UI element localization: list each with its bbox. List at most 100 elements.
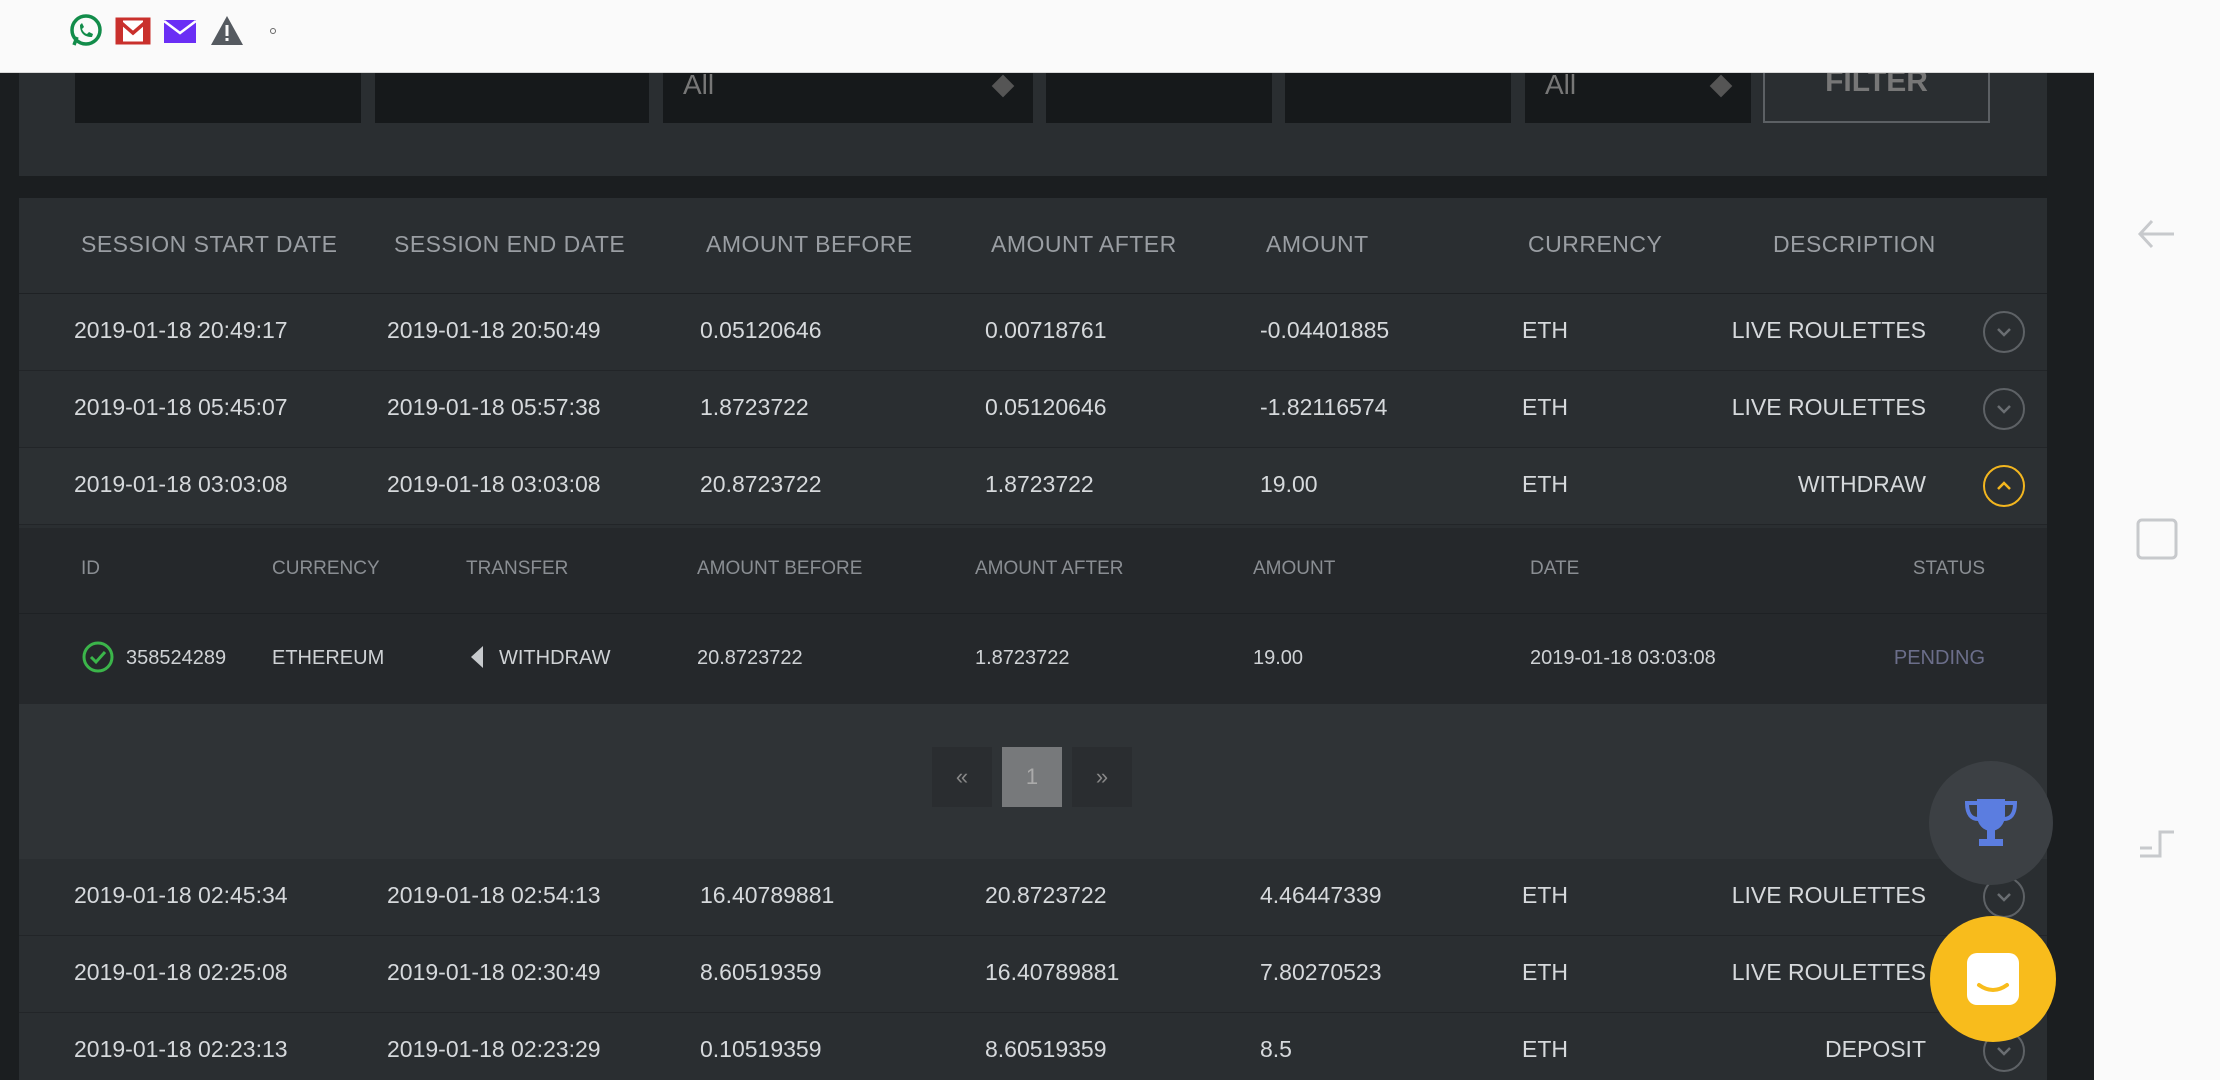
home-icon[interactable]	[2130, 816, 2184, 870]
detail-id: 358524289	[126, 647, 227, 669]
gmail-icon	[115, 17, 151, 45]
collapse-chevron-icon[interactable]	[1983, 465, 2025, 507]
cell-description: LIVE ROULETTES	[1731, 394, 1926, 420]
cell-start: 2019-01-18 05:45:07	[74, 394, 288, 420]
detail-transfer: WITHDRAW	[499, 647, 611, 669]
filter-type-select[interactable]: All	[663, 70, 1033, 123]
pagination-area: « 1 »	[19, 704, 2047, 859]
filter-end-date[interactable]	[375, 70, 649, 123]
cell-start: 2019-01-18 20:49:17	[74, 317, 288, 343]
chevron-down-icon	[991, 74, 1015, 98]
status-bar	[0, 0, 2094, 73]
detail-col-transfer: TRANSFER	[466, 558, 569, 579]
detail-currency: ETHEREUM	[272, 647, 385, 669]
cell-amount: -0.04401885	[1260, 317, 1390, 343]
recents-icon[interactable]	[2130, 512, 2184, 566]
pagination-prev[interactable]: «	[932, 747, 992, 807]
filter-max-amount[interactable]	[1285, 70, 1511, 123]
cell-description: DEPOSIT	[1825, 1036, 1926, 1062]
detail-col-after: AMOUNT AFTER	[975, 558, 1124, 579]
cell-start: 2019-01-18 02:23:13	[74, 1036, 288, 1062]
cell-after: 0.00718761	[985, 317, 1107, 343]
check-circle-icon	[81, 640, 115, 679]
chevron-down-icon	[1709, 74, 1733, 98]
cell-amount: 8.5	[1260, 1036, 1292, 1062]
col-amount-before[interactable]: AMOUNT BEFORE	[706, 231, 913, 258]
navigation-bar	[2094, 0, 2220, 1080]
cell-currency: ETH	[1522, 394, 1568, 420]
detail-col-status: STATUS	[1912, 558, 1985, 579]
cell-before: 20.8723722	[700, 471, 822, 497]
detail-col-currency: CURRENCY	[272, 558, 380, 579]
cell-after: 1.8723722	[985, 471, 1094, 497]
pagination-next[interactable]: »	[1072, 747, 1132, 807]
trophy-icon	[1964, 799, 2018, 846]
detail-row: 358524289 ETHEREUM WITHDRAW 20.8723722 1…	[19, 614, 2047, 704]
cell-end: 2019-01-18 05:57:38	[387, 394, 601, 420]
chat-button[interactable]	[1930, 916, 2056, 1042]
cell-currency: ETH	[1522, 959, 1568, 985]
filter-type-value: All	[683, 70, 715, 100]
table-row[interactable]: 2019-01-18 02:45:34 2019-01-18 02:54:13 …	[19, 859, 2047, 936]
detail-col-before: AMOUNT BEFORE	[697, 558, 863, 579]
expand-chevron-icon[interactable]	[1983, 388, 2025, 430]
cell-before: 16.40789881	[700, 882, 835, 908]
table-row[interactable]: 2019-01-18 05:45:07 2019-01-18 05:57:38 …	[19, 371, 2047, 448]
chat-icon	[1967, 953, 2019, 1005]
arrow-left-icon	[469, 644, 485, 675]
cell-description: LIVE ROULETTES	[1731, 959, 1926, 985]
cell-description: WITHDRAW	[1797, 471, 1926, 497]
notification-dot-icon	[270, 28, 276, 34]
cell-end: 2019-01-18 02:23:29	[387, 1036, 601, 1062]
filter-button[interactable]: FILTER	[1763, 70, 1990, 123]
filter-panel: All All FILTER	[19, 60, 2047, 176]
cell-amount: 19.00	[1260, 471, 1318, 497]
cell-end: 2019-01-18 20:50:49	[387, 317, 601, 343]
transaction-detail: ID CURRENCY TRANSFER AMOUNT BEFORE AMOUN…	[19, 528, 2047, 704]
cell-after: 20.8723722	[985, 882, 1107, 908]
cell-currency: ETH	[1522, 471, 1568, 497]
cell-start: 2019-01-18 02:25:08	[74, 959, 288, 985]
back-icon[interactable]	[2130, 207, 2184, 261]
cell-amount: 4.46447339	[1260, 882, 1382, 908]
mail-icon	[163, 20, 197, 43]
filter-min-amount[interactable]	[1046, 70, 1272, 123]
cell-after: 0.05120646	[985, 394, 1107, 420]
pagination-page-1[interactable]: 1	[1002, 747, 1062, 807]
table-row[interactable]: 2019-01-18 02:25:08 2019-01-18 02:30:49 …	[19, 936, 2047, 1013]
col-amount-after[interactable]: AMOUNT AFTER	[991, 231, 1177, 258]
cell-currency: ETH	[1522, 317, 1568, 343]
table-row-expanded[interactable]: 2019-01-18 03:03:08 2019-01-18 03:03:08 …	[19, 448, 2047, 525]
cell-before: 1.8723722	[700, 394, 809, 420]
cell-start: 2019-01-18 02:45:34	[74, 882, 288, 908]
filter-currency-select[interactable]: All	[1525, 70, 1751, 123]
cell-end: 2019-01-18 03:03:08	[387, 471, 601, 497]
cell-start: 2019-01-18 03:03:08	[74, 471, 288, 497]
col-amount[interactable]: AMOUNT	[1266, 231, 1369, 258]
filter-start-date[interactable]	[75, 70, 361, 123]
detail-date: 2019-01-18 03:03:08	[1530, 647, 1716, 669]
col-session-end[interactable]: SESSION END DATE	[394, 231, 625, 258]
filter-currency-value: All	[1545, 70, 1577, 100]
cell-before: 0.05120646	[700, 317, 822, 343]
expand-chevron-icon[interactable]	[1983, 311, 2025, 353]
col-description[interactable]: DESCRIPTION	[1773, 231, 1936, 258]
sessions-table: SESSION START DATE SESSION END DATE AMOU…	[19, 198, 2047, 1080]
cell-before: 8.60519359	[700, 959, 822, 985]
col-currency[interactable]: CURRENCY	[1528, 231, 1662, 258]
trophy-button[interactable]	[1929, 761, 2053, 885]
detail-col-date: DATE	[1530, 558, 1580, 579]
detail-amount: 19.00	[1253, 647, 1304, 669]
cell-description: LIVE ROULETTES	[1731, 317, 1926, 343]
cell-amount: -1.82116574	[1260, 394, 1388, 420]
status-badge: PENDING	[1893, 647, 1985, 669]
table-row[interactable]: 2019-01-18 02:23:13 2019-01-18 02:23:29 …	[19, 1013, 2047, 1080]
detail-after: 1.8723722	[975, 647, 1070, 669]
cell-currency: ETH	[1522, 882, 1568, 908]
whatsapp-icon	[70, 14, 102, 46]
col-session-start[interactable]: SESSION START DATE	[81, 231, 338, 258]
table-row[interactable]: 2019-01-18 20:49:17 2019-01-18 20:50:49 …	[19, 294, 2047, 371]
cell-end: 2019-01-18 02:54:13	[387, 882, 601, 908]
cell-before: 0.10519359	[700, 1036, 822, 1062]
cell-description: LIVE ROULETTES	[1731, 882, 1926, 908]
